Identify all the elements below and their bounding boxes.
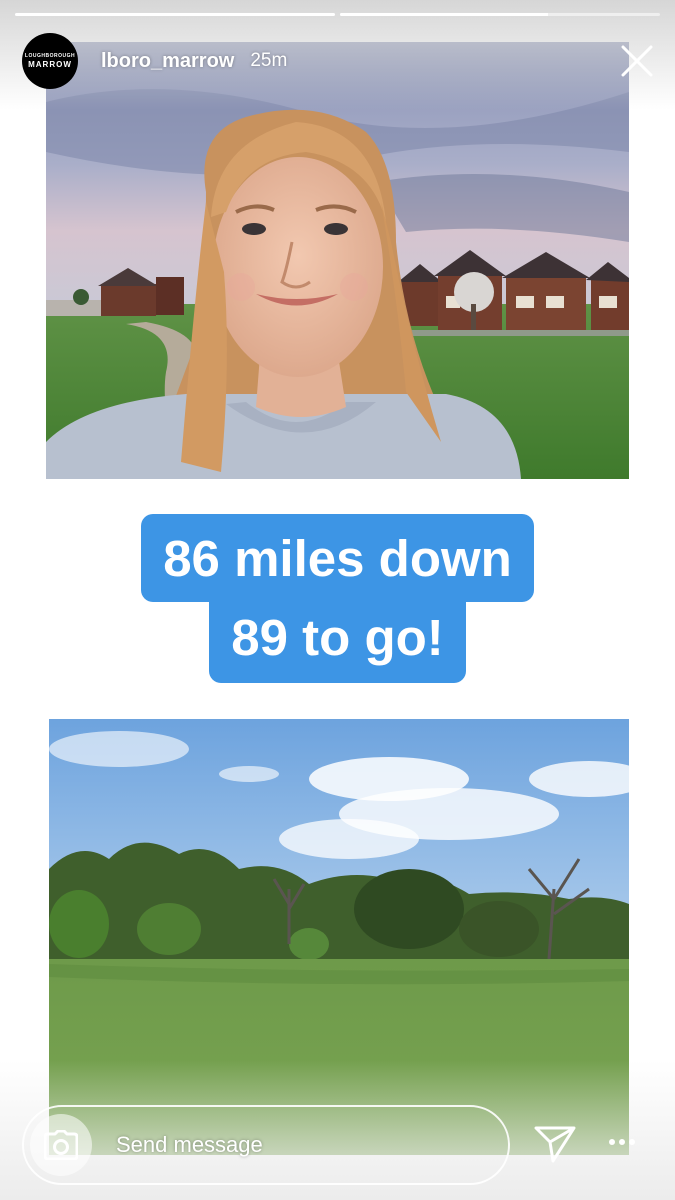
send-icon — [534, 1126, 576, 1163]
avatar[interactable]: LOUGHBOROUGH MARROW — [22, 33, 78, 89]
more-options-button[interactable] — [607, 1134, 637, 1152]
progress-fill — [15, 13, 335, 16]
story-header: LOUGHBOROUGH MARROW lboro_marrow 25m — [22, 33, 657, 89]
caption-line-1: 86 miles down — [141, 514, 534, 602]
avatar-text-main: MARROW — [28, 60, 72, 69]
more-icon — [609, 1139, 635, 1145]
close-icon — [621, 45, 653, 77]
message-input[interactable]: Send message — [116, 1132, 263, 1158]
caption-sticker: 86 miles down 89 to go! — [0, 514, 675, 683]
post-time: 25m — [250, 50, 288, 71]
avatar-text-top: LOUGHBOROUGH — [24, 53, 76, 59]
progress-fill — [340, 13, 548, 16]
camera-icon — [44, 1130, 78, 1160]
story-progress — [15, 13, 660, 16]
caption-line-2: 89 to go! — [209, 599, 466, 683]
close-button[interactable] — [617, 41, 657, 81]
send-button[interactable] — [533, 1124, 577, 1169]
username[interactable]: lboro_marrow — [101, 50, 234, 73]
camera-button[interactable] — [30, 1114, 92, 1176]
progress-segment[interactable] — [340, 13, 660, 16]
progress-segment[interactable] — [15, 13, 335, 16]
send-message-bar[interactable]: Send message — [22, 1105, 510, 1185]
